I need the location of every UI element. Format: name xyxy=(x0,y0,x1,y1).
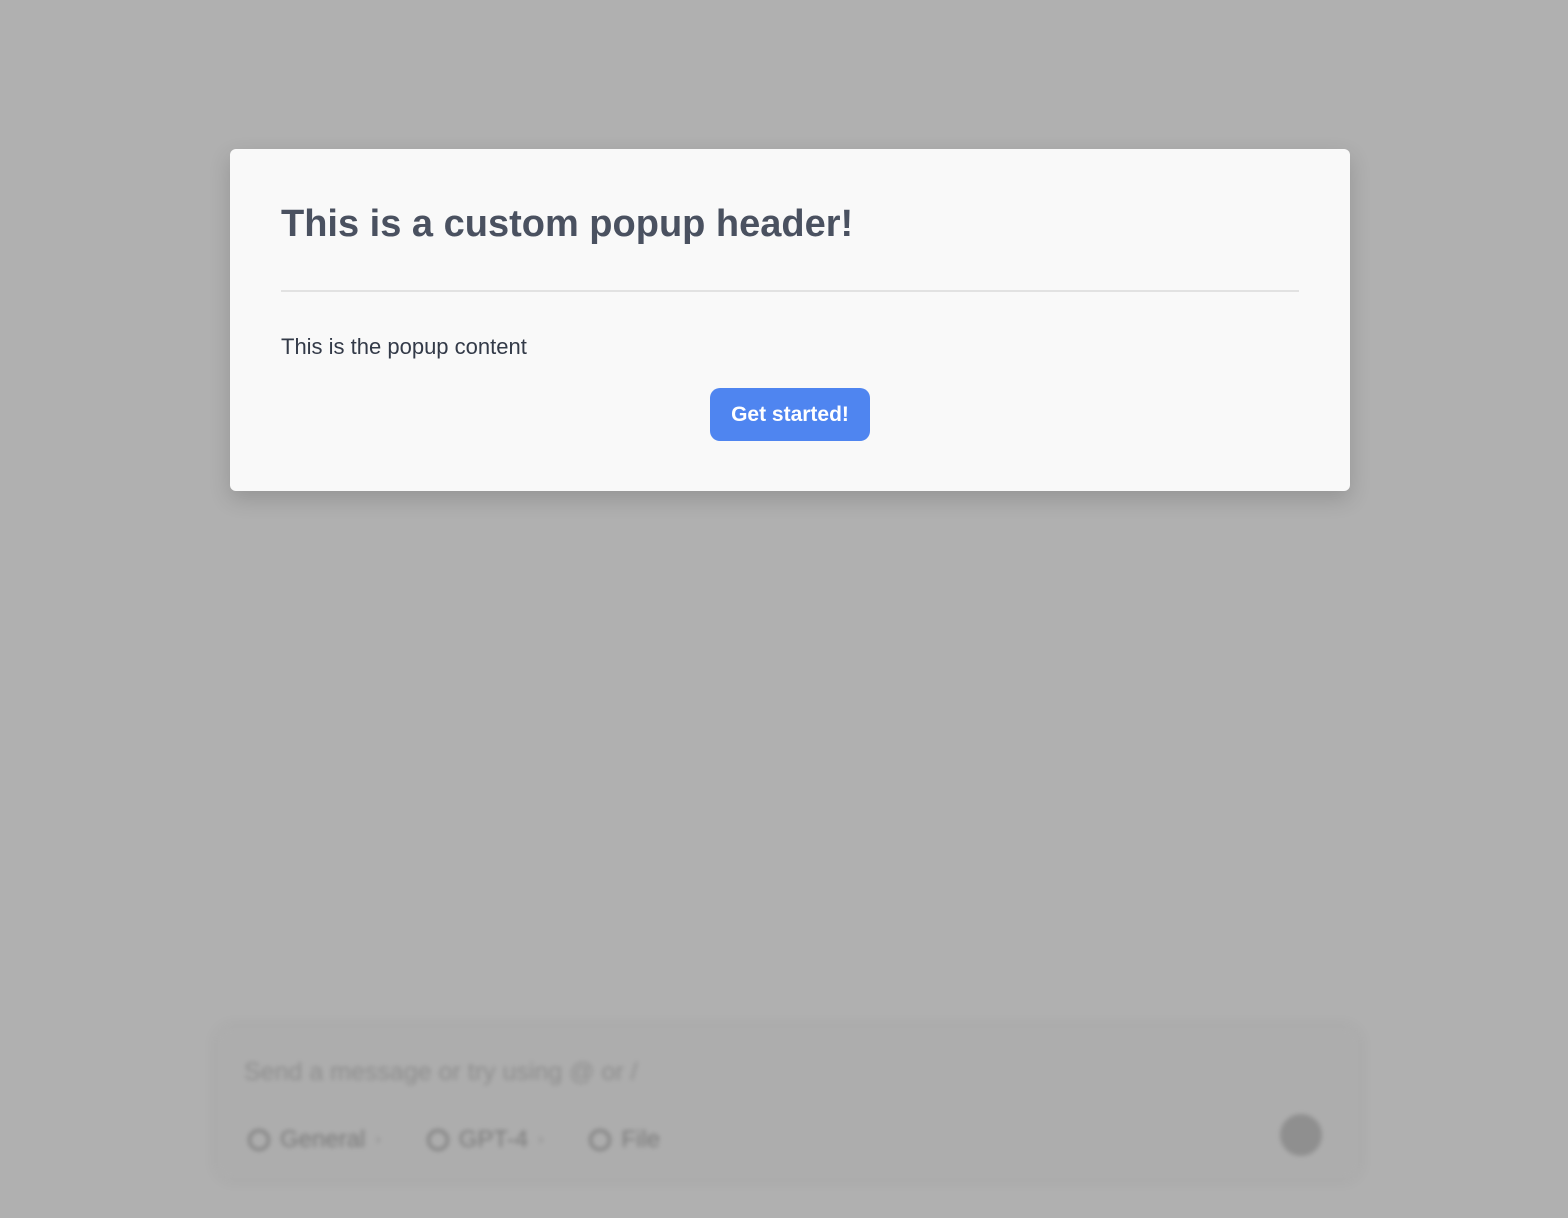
composer-toolbar: General › GPT-4 › File xyxy=(248,1126,660,1154)
model-icon xyxy=(426,1129,449,1151)
get-started-button[interactable]: Get started! xyxy=(710,388,870,441)
workspace-label: General xyxy=(280,1126,366,1153)
model-label: GPT-4 xyxy=(458,1126,529,1153)
popup-divider xyxy=(281,290,1299,292)
file-label: File xyxy=(621,1126,661,1153)
message-composer: Send a message or try using @ or / Gener… xyxy=(218,1028,1358,1178)
attach-icon xyxy=(589,1129,612,1151)
popup-header: This is a custom popup header! xyxy=(281,203,854,245)
popup-dialog: This is a custom popup header! This is t… xyxy=(230,149,1350,491)
workspace-selector: General › xyxy=(248,1126,381,1154)
message-input: Send a message or try using @ or / xyxy=(244,1058,638,1086)
person-icon xyxy=(248,1129,270,1151)
chevron-down-icon: › xyxy=(538,1131,544,1148)
popup-actions: Get started! xyxy=(281,388,1299,441)
send-button xyxy=(1280,1114,1322,1156)
chevron-down-icon: › xyxy=(375,1131,381,1148)
popup-content: This is the popup content xyxy=(281,334,527,359)
model-selector: GPT-4 › xyxy=(426,1126,544,1154)
app-background: Send a message or try using @ or / Gener… xyxy=(0,0,1568,1218)
file-attach: File xyxy=(589,1126,660,1154)
